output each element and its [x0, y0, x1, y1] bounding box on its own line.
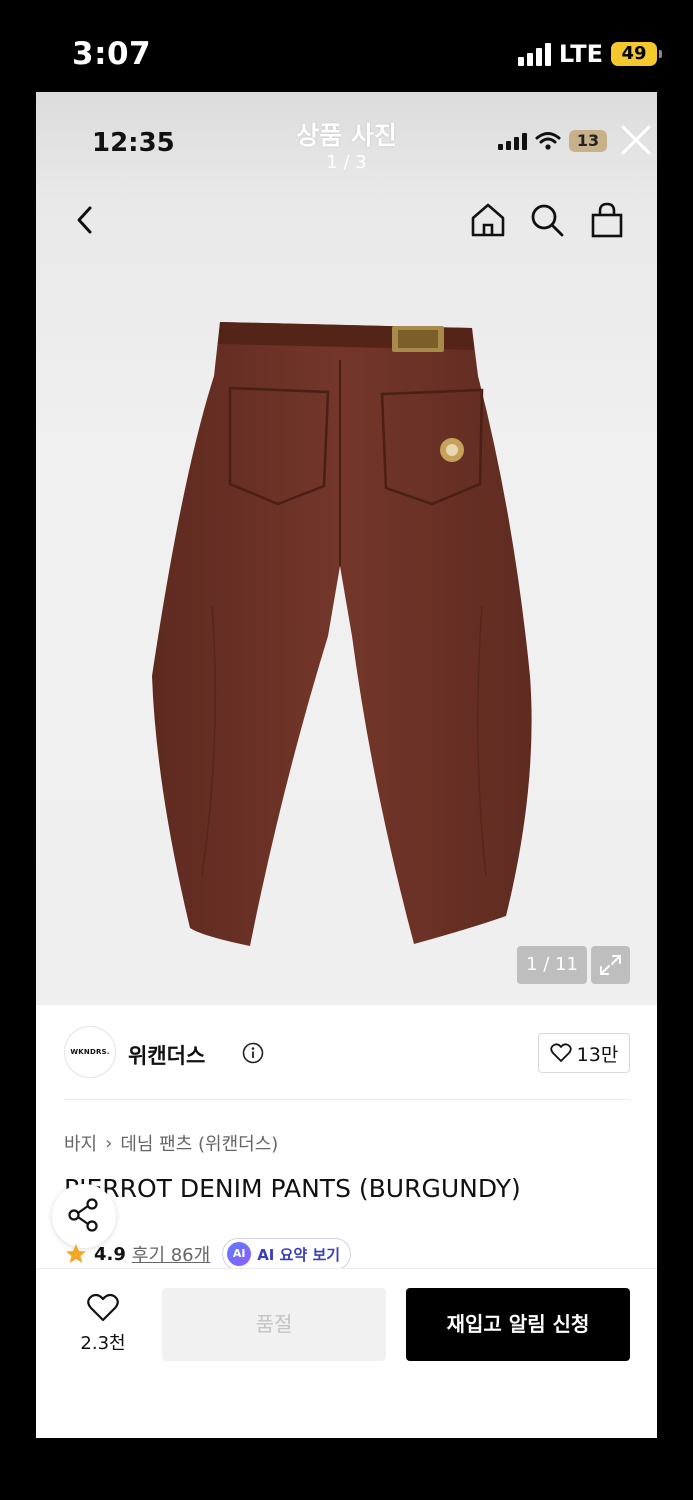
expand-icon: [600, 955, 621, 975]
ai-summary-button[interactable]: AI AI 요약 보기: [222, 1238, 352, 1270]
outer-status-bar: 3:07 LTE 49: [0, 0, 693, 92]
rating-score: 4.9: [94, 1243, 126, 1265]
review-link[interactable]: 후기 86개: [132, 1241, 210, 1267]
outer-clock: 3:07: [72, 36, 152, 72]
breadcrumb: 바지 › 데님 팬츠 (위캔더스): [64, 1130, 278, 1156]
product-title: PIERROT DENIM PANTS (BURGUNDY): [64, 1174, 521, 1203]
breadcrumb-subcategory[interactable]: 데님 팬츠 (위캔더스): [120, 1130, 278, 1156]
rating-row: 4.9 후기 86개 AI AI 요약 보기: [64, 1238, 352, 1270]
wishlist-button[interactable]: 2.3천: [66, 1293, 140, 1355]
viewer-page-count: 1 / 3: [326, 152, 367, 173]
product-photo[interactable]: 12:35 13 상품 사진 1 / 3 1 / 11: [36, 92, 657, 1005]
brand-name[interactable]: 위캔더스: [128, 1040, 205, 1070]
wishlist-count: 2.3천: [80, 1333, 126, 1354]
brand-like-count: 13만: [576, 1043, 619, 1066]
star-icon: [66, 1244, 86, 1263]
photo-counter: 1 / 11: [517, 946, 587, 984]
bottom-action-bar: 2.3천 품절 재입고 알림 신청: [36, 1268, 657, 1438]
close-icon[interactable]: [618, 122, 654, 158]
brand-like-button[interactable]: 13만: [538, 1033, 630, 1073]
ai-badge-icon: AI: [227, 1242, 252, 1266]
brand-logo[interactable]: WKNDRS.: [64, 1026, 116, 1078]
breadcrumb-category[interactable]: 바지: [64, 1130, 97, 1156]
search-icon[interactable]: [527, 200, 567, 240]
viewer-title: 상품 사진: [296, 121, 397, 150]
shopping-bag-icon[interactable]: [587, 200, 627, 240]
back-arrow-icon[interactable]: [66, 200, 106, 240]
divider: [64, 1099, 630, 1100]
outer-status-icons: LTE 49: [517, 40, 662, 68]
soldout-button[interactable]: 품절: [162, 1288, 386, 1361]
home-icon[interactable]: [468, 200, 508, 240]
network-label: LTE: [558, 40, 603, 68]
product-image-pants: [152, 322, 532, 946]
heart-icon: [550, 1043, 572, 1062]
expand-button[interactable]: [591, 946, 630, 984]
restock-alert-button[interactable]: 재입고 알림 신청: [406, 1288, 630, 1361]
brand-row[interactable]: WKNDRS. 위캔더스 13만: [64, 1026, 630, 1080]
ai-summary-label: AI 요약 보기: [257, 1245, 341, 1264]
heart-icon: [87, 1293, 119, 1322]
breadcrumb-separator: ›: [105, 1132, 113, 1154]
battery-icon: 49: [611, 42, 662, 66]
info-icon[interactable]: [242, 1042, 264, 1064]
signal-icon: [517, 42, 551, 66]
app-screen: 12:35 13 상품 사진 1 / 3 1 / 11 WKNDRS. 위캔더스…: [36, 92, 657, 1438]
